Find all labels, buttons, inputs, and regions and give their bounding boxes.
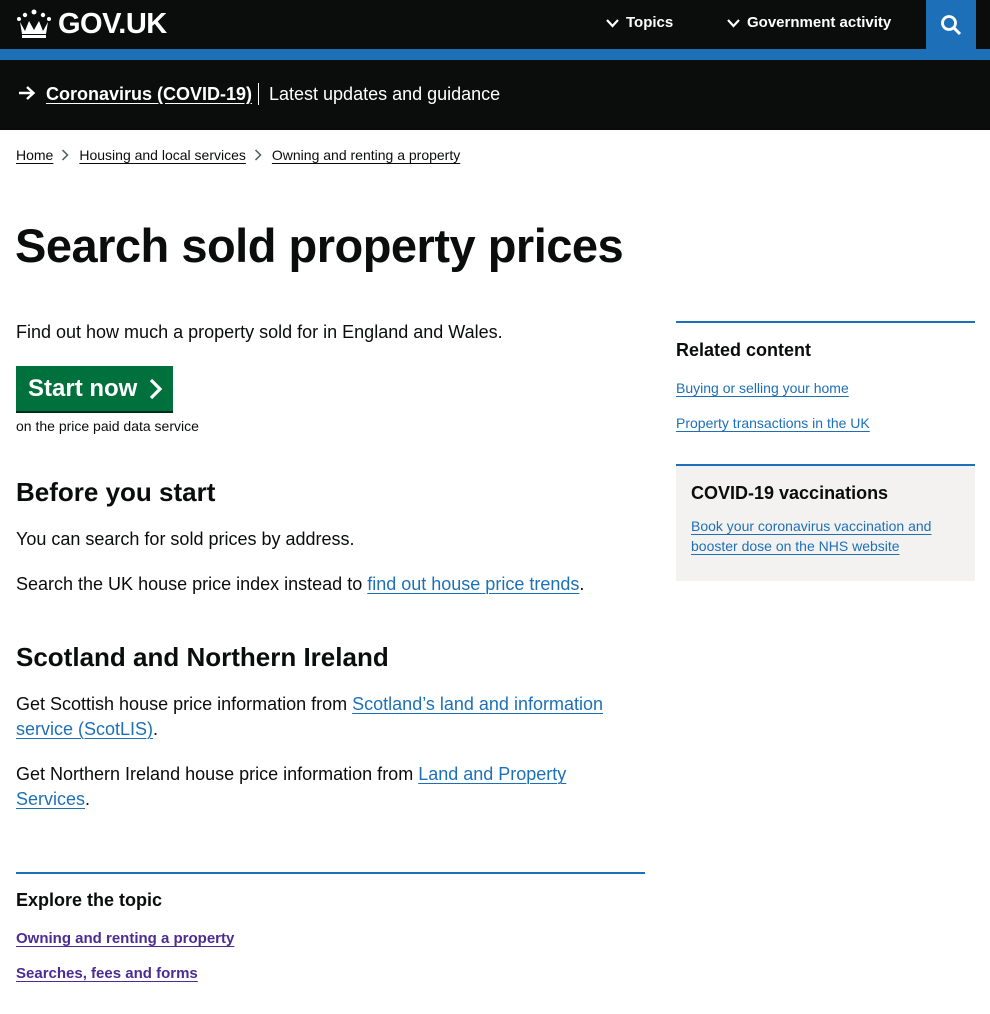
- breadcrumb-housing[interactable]: Housing and local services: [79, 147, 246, 163]
- nav-topics-label: Topics: [626, 14, 674, 31]
- nav-government-activity[interactable]: Government activity: [727, 14, 891, 31]
- breadcrumb-home[interactable]: Home: [16, 147, 53, 163]
- start-caption: on the price paid data service: [16, 418, 199, 434]
- related-content-heading: Related content: [676, 340, 812, 360]
- before-paragraph-1: You can search for sold prices by addres…: [16, 529, 355, 549]
- text: .: [85, 789, 91, 809]
- scotland-paragraph: Get Scottish house price information fro…: [16, 692, 636, 742]
- crown-icon: [17, 9, 51, 38]
- before-you-start-heading: Before you start: [16, 477, 216, 507]
- text: Get Northern Ireland house price informa…: [16, 764, 419, 784]
- nav-government-activity-label: Government activity: [747, 14, 892, 31]
- start-now-label: Start now: [28, 374, 138, 402]
- chevron-right-icon: [62, 149, 69, 161]
- chevron-down-icon: [606, 18, 619, 28]
- covid-vaccination-panel: COVID-19 vaccinations Book your coronavi…: [676, 466, 975, 581]
- arrow-right-icon: [19, 86, 36, 100]
- explore-topic-heading: Explore the topic: [16, 890, 163, 910]
- book-vaccination-link[interactable]: Book your coronavirus vaccination and bo…: [691, 516, 963, 556]
- text: Get Scottish house price information fro…: [16, 694, 353, 714]
- chevron-right-icon: [254, 149, 262, 161]
- nav-topics[interactable]: Topics: [606, 14, 673, 31]
- chevron-down-icon: [727, 18, 740, 28]
- covid-banner: Coronavirus (COVID-19) Latest updates an…: [0, 60, 990, 130]
- explore-divider: [16, 872, 645, 874]
- lead-paragraph: Find out how much a property sold for in…: [16, 322, 503, 342]
- covid-banner-link[interactable]: Coronavirus (COVID-19): [46, 84, 252, 105]
- related-divider: [676, 321, 975, 323]
- covid-banner-text: Latest updates and guidance: [269, 84, 501, 104]
- explore-link-owning-renting[interactable]: Owning and renting a property: [16, 930, 234, 947]
- banner-divider: [258, 83, 259, 105]
- search-button[interactable]: [926, 0, 976, 49]
- breadcrumb: Home Housing and local services Owning a…: [16, 147, 460, 163]
- search-icon: [941, 14, 962, 35]
- text: .: [579, 574, 585, 594]
- logo-text: GOV.UK: [58, 7, 167, 40]
- chevron-right-icon: [150, 378, 163, 399]
- related-link-buying-selling[interactable]: Buying or selling your home: [676, 380, 849, 396]
- header-blue-bar: [0, 49, 990, 60]
- covid-vaccination-heading: COVID-19 vaccinations: [691, 483, 889, 503]
- start-now-button[interactable]: Start now: [16, 366, 173, 411]
- govuk-logo[interactable]: GOV.UK: [16, 8, 167, 40]
- before-paragraph-2: Search the UK house price index instead …: [16, 572, 636, 597]
- scotland-ni-heading: Scotland and Northern Ireland: [16, 642, 389, 672]
- house-price-trends-link[interactable]: find out house price trends: [367, 574, 579, 594]
- northern-ireland-paragraph: Get Northern Ireland house price informa…: [16, 762, 636, 812]
- explore-link-searches-fees[interactable]: Searches, fees and forms: [16, 965, 198, 982]
- text: .: [153, 719, 159, 739]
- related-link-property-transactions[interactable]: Property transactions in the UK: [676, 415, 870, 431]
- page-title: Search sold property prices: [15, 219, 624, 272]
- breadcrumb-owning-renting[interactable]: Owning and renting a property: [272, 147, 460, 163]
- text: Search the UK house price index instead …: [16, 574, 368, 594]
